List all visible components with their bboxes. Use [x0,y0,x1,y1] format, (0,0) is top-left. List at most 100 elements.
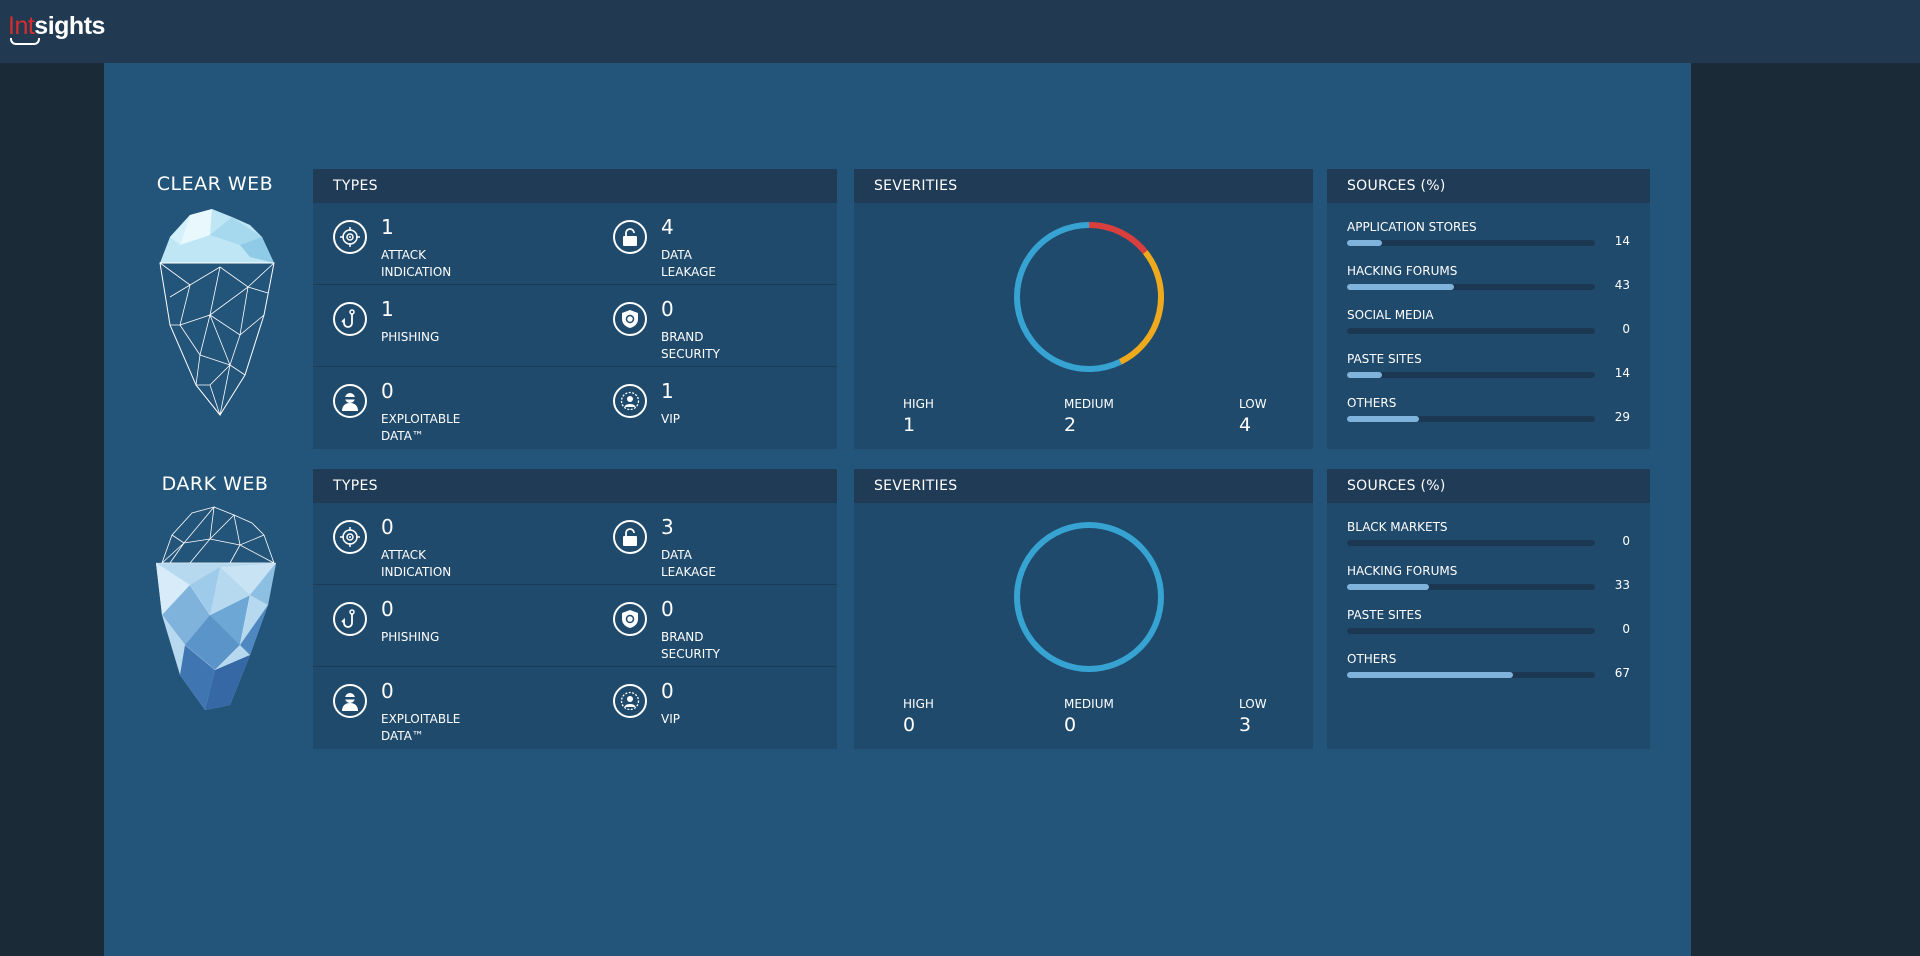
type-label: DATA LEAKAGE [661,548,717,579]
source-bar-fill [1347,416,1419,422]
hacker-icon [333,684,367,718]
sources-list: APPLICATION STORES 14 HACKING FORUMS 43 SO… [1327,203,1650,440]
severity-donut-chart [1014,522,1164,672]
type-vip[interactable]: 0 VIP [593,667,853,748]
iceberg-deep-icon [156,505,276,710]
type-count: 0 [381,515,394,539]
dark-web-row: DARK WEB TYPES 0 ATTACK INDICATION 3 DAT… [104,469,1691,749]
type-exploitable-data[interactable]: 0 EXPLOITABLE DATA™ [313,667,573,748]
source-bar-track [1347,372,1595,378]
source-item[interactable]: SOCIAL MEDIA 0 [1327,308,1650,352]
type-data-leakage[interactable]: 3 DATA LEAKAGE [593,503,853,584]
type-phishing[interactable]: 0 PHISHING [313,585,573,666]
type-label: PHISHING [381,630,440,644]
dashboard-main: CLEAR WEB TYPES 1 ATTACK INDICATION 4 DA… [104,63,1691,956]
source-bar-track [1347,540,1595,546]
type-count: 0 [661,597,674,621]
fishing-hook-icon [333,302,367,336]
panel-header: SOURCES (%) [1327,469,1650,503]
type-count: 0 [381,679,394,703]
donut-segment-high [1088,222,1148,255]
type-label: ATTACK INDICATION [381,248,452,279]
source-item[interactable]: OTHERS 67 [1327,652,1650,696]
source-bar-track [1347,584,1595,590]
sources-list: BLACK MARKETS 0 HACKING FORUMS 33 PASTE SI… [1327,503,1650,696]
source-item[interactable]: APPLICATION STORES 14 [1327,220,1650,264]
source-bar-track [1347,416,1595,422]
type-label: ATTACK INDICATION [381,548,452,579]
type-count: 0 [661,679,674,703]
source-bar-fill [1347,240,1382,246]
target-icon [333,220,367,254]
shield-icon [613,302,647,336]
type-label: VIP [661,712,680,726]
source-bar-track [1347,240,1595,246]
type-label: BRAND SECURITY [661,630,720,661]
severity-donut-chart [1014,222,1164,372]
severities-panel: SEVERITIES HIGH 0 MEDIUM 0 LOW 3 [854,469,1313,749]
source-item[interactable]: HACKING FORUMS 33 [1327,564,1650,608]
clear-web-row: CLEAR WEB TYPES 1 ATTACK INDICATION 4 DA… [104,169,1691,449]
web-title: DARK WEB [161,473,269,495]
fishing-hook-icon [333,602,367,636]
severity-low: LOW 3 [1239,697,1267,736]
hacker-icon [333,384,367,418]
target-icon [333,520,367,554]
type-attack-indication[interactable]: 1 ATTACK INDICATION [313,203,573,284]
type-count: 0 [661,297,674,321]
source-bar-fill [1347,372,1382,378]
type-data-leakage[interactable]: 4 DATA LEAKAGE [593,203,853,284]
source-bar-fill [1347,584,1429,590]
intsights-logo[interactable]: Intsights [8,12,105,41]
type-label: PHISHING [381,330,440,344]
source-item[interactable]: PASTE SITES 14 [1327,352,1650,396]
type-vip[interactable]: 1 VIP [593,367,853,448]
severity-high: HIGH 1 [903,397,934,436]
type-count: 4 [661,215,674,239]
type-count: 1 [661,379,674,403]
source-bar-fill [1347,672,1514,678]
source-bar-fill [1347,284,1454,290]
types-panel: TYPES 0 ATTACKINDICATION 3 DATALEAKAGE [313,469,837,749]
types-panel: TYPES 1 ATTACKINDICATION 4 DATALEAKAGE [313,169,837,449]
type-count: 0 [381,597,394,621]
unlocked-padlock-icon [613,520,647,554]
severities-panel: SEVERITIES HIGH 1 MEDIUM 2 LOW 4 [854,169,1313,449]
type-label: EXPLOITABLE DATA™ [381,412,461,443]
type-count: 1 [381,215,394,239]
shield-icon [613,602,647,636]
source-bar-track [1347,284,1595,290]
sources-panel: SOURCES (%) APPLICATION STORES 14 HACKING… [1327,169,1650,449]
type-label: EXPLOITABLE DATA™ [381,712,461,743]
type-phishing[interactable]: 1 PHISHING [313,285,573,366]
panel-header: SEVERITIES [854,469,1313,503]
type-exploitable-data[interactable]: 0 EXPLOITABLE DATA™ [313,367,573,448]
donut-segment-medium [1118,250,1164,365]
source-item[interactable]: HACKING FORUMS 43 [1327,264,1650,308]
sources-panel: SOURCES (%) BLACK MARKETS 0 HACKING FORUM… [1327,469,1650,749]
type-attack-indication[interactable]: 0 ATTACK INDICATION [313,503,573,584]
unlocked-padlock-icon [613,220,647,254]
top-bar: Intsights [0,0,1920,63]
source-item[interactable]: OTHERS 29 [1327,396,1650,440]
type-label: DATA LEAKAGE [661,248,717,279]
type-brand-security[interactable]: 0 BRAND SECURITY [593,285,853,366]
panel-header: TYPES [313,169,837,203]
severity-high: HIGH 0 [903,697,934,736]
source-item[interactable]: PASTE SITES 0 [1327,608,1650,652]
panel-header: TYPES [313,469,837,503]
vip-person-icon [613,384,647,418]
source-item[interactable]: BLACK MARKETS 0 [1327,520,1650,564]
donut-segment-low [1014,522,1164,672]
iceberg-tip-icon [159,209,275,416]
type-label: BRAND SECURITY [661,330,720,361]
source-bar-track [1347,628,1595,634]
panel-header: SOURCES (%) [1327,169,1650,203]
type-brand-security[interactable]: 0 BRAND SECURITY [593,585,853,666]
severity-medium: MEDIUM 0 [1064,697,1114,736]
source-bar-track [1347,672,1595,678]
severity-low: LOW 4 [1239,397,1267,436]
panel-header: SEVERITIES [854,169,1313,203]
type-label: VIP [661,412,680,426]
type-count: 1 [381,297,394,321]
